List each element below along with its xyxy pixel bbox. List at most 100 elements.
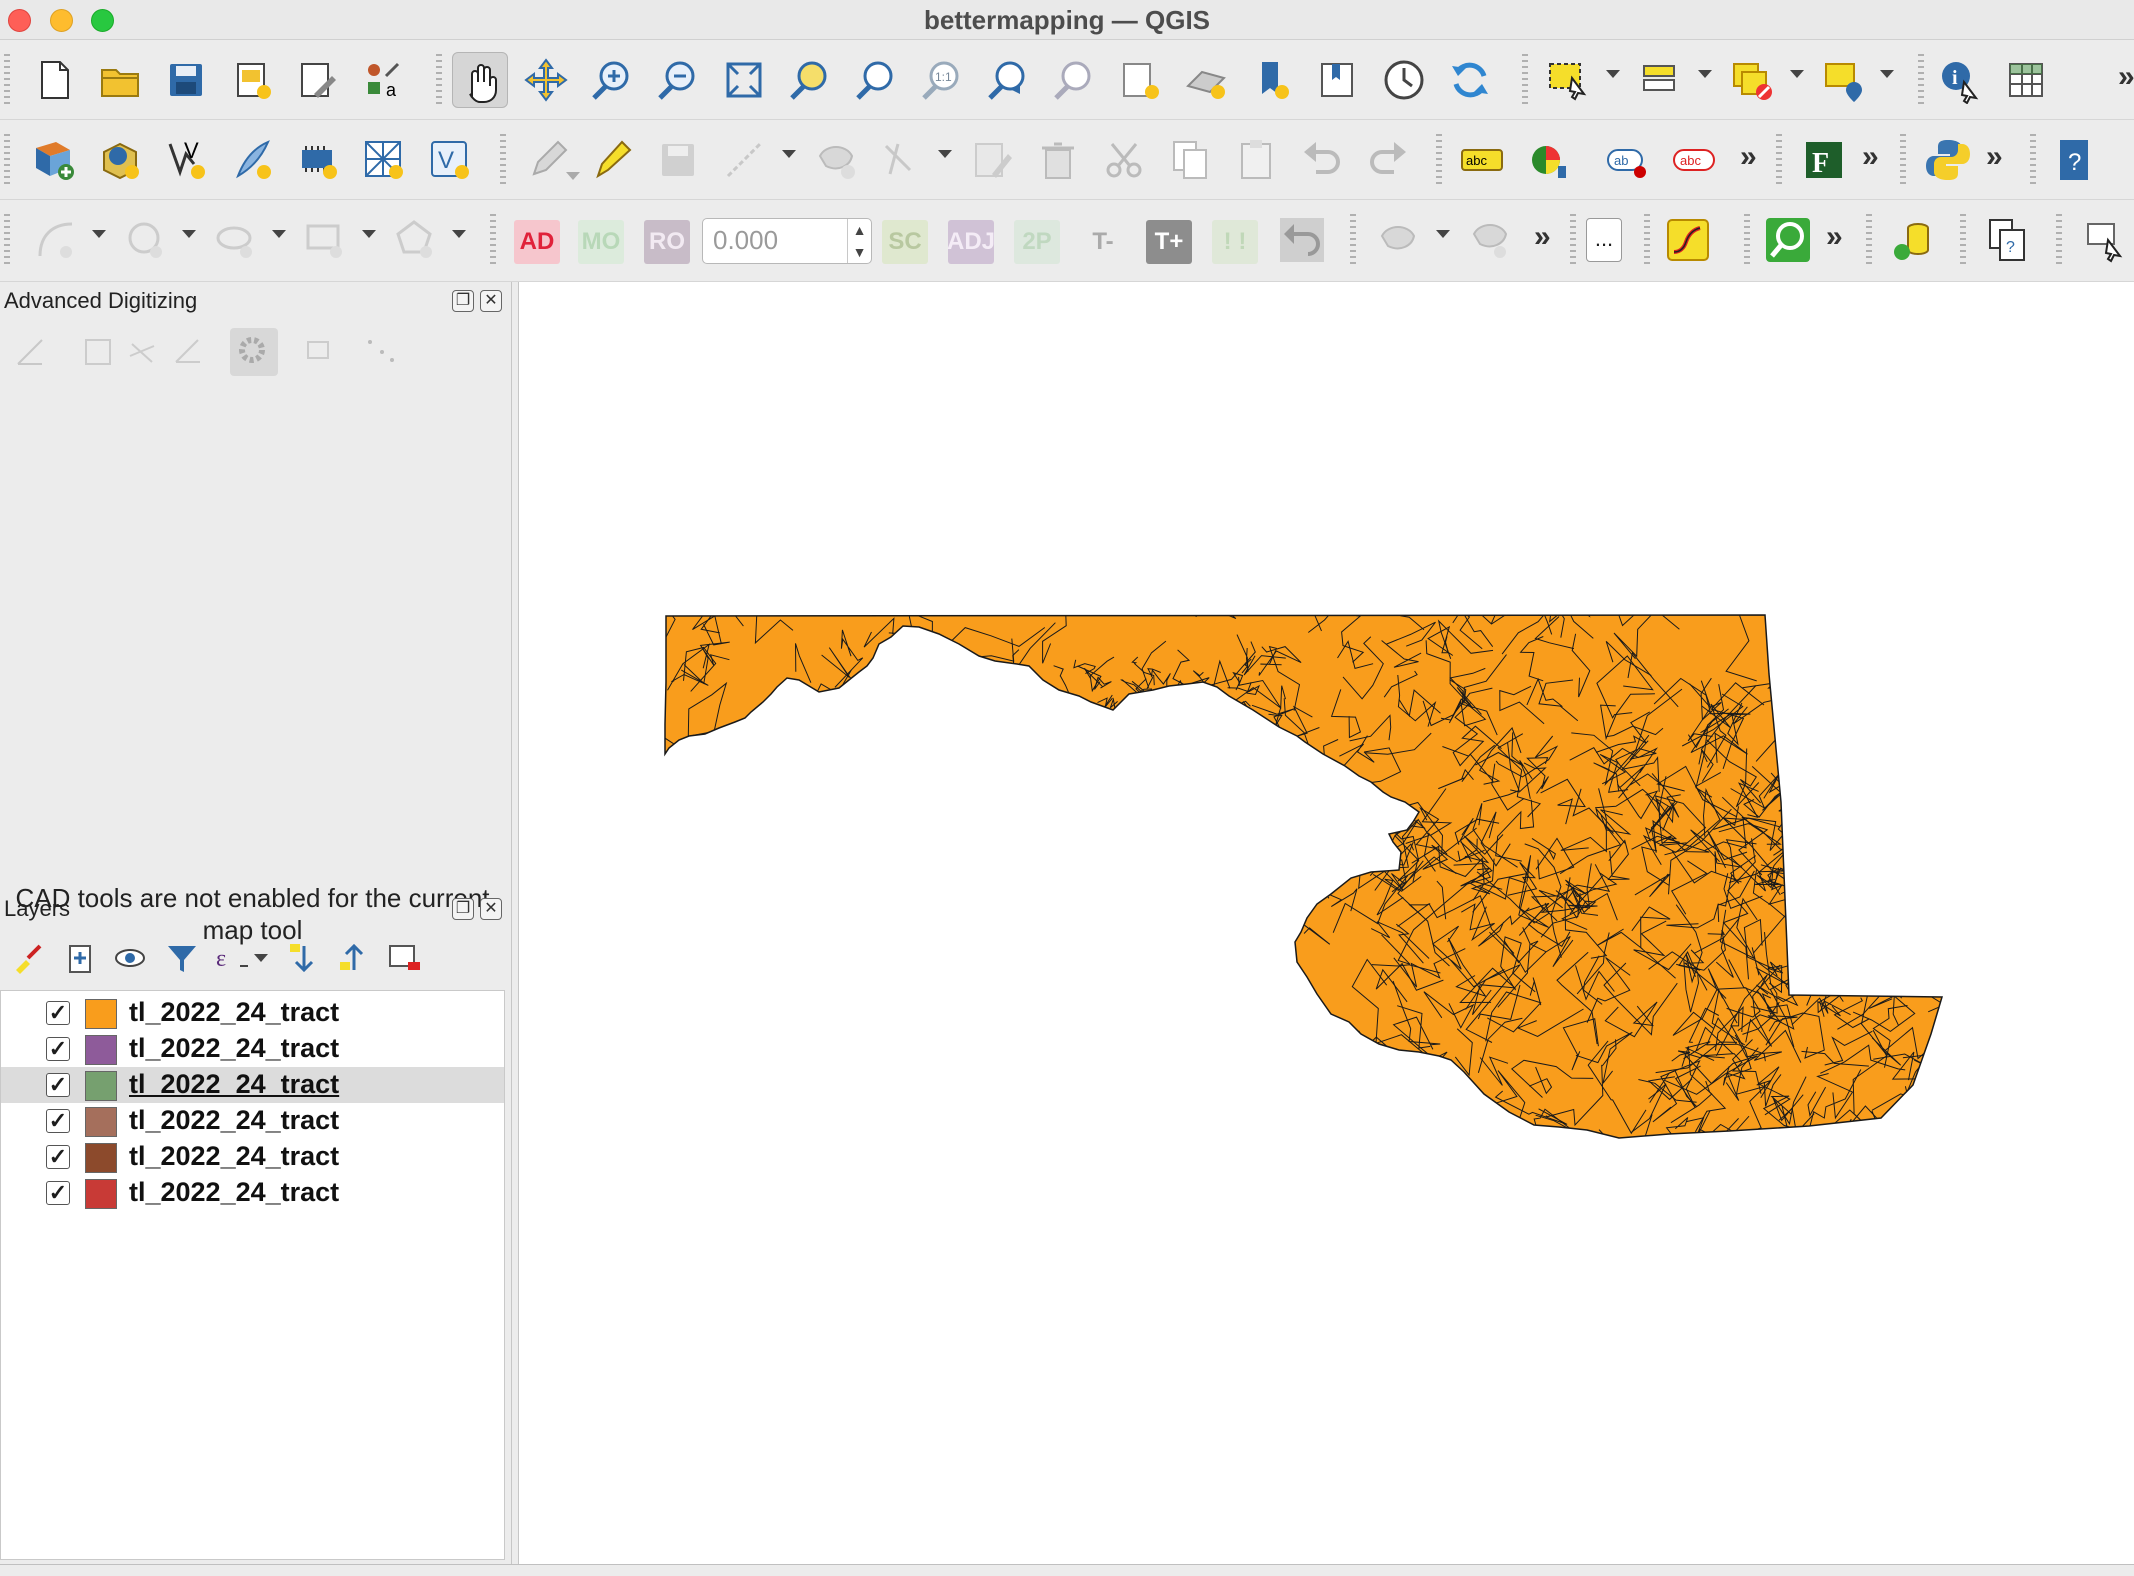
perpendicular-icon[interactable] bbox=[126, 336, 158, 368]
circular-string-dropdown-icon[interactable] bbox=[92, 230, 106, 238]
filter-legend-icon[interactable] bbox=[164, 940, 200, 976]
undo-snapping-icon[interactable] bbox=[1274, 212, 1330, 268]
expand-all-icon[interactable] bbox=[286, 940, 322, 976]
rectangle-dropdown-icon[interactable] bbox=[362, 230, 376, 238]
open-attribute-table-icon[interactable] bbox=[1998, 52, 2054, 108]
float-panel-icon[interactable]: ❐ bbox=[452, 290, 474, 312]
vertex-tool-dropdown-icon[interactable] bbox=[938, 150, 952, 158]
map-canvas[interactable] bbox=[518, 282, 2134, 1564]
toolbar-grip[interactable] bbox=[1644, 214, 1650, 266]
layer-visibility-checkbox[interactable]: ✓ bbox=[46, 1001, 70, 1025]
construction-guides-icon[interactable] bbox=[364, 336, 400, 368]
field-calculator-icon[interactable]: F bbox=[1796, 132, 1852, 188]
split-features-icon[interactable] bbox=[1462, 212, 1518, 268]
toolbar-grip[interactable] bbox=[4, 54, 10, 106]
layer-visibility-checkbox[interactable]: ✓ bbox=[46, 1145, 70, 1169]
layer-row[interactable]: ✓ tl_2022_24_tract bbox=[1, 995, 504, 1031]
filter-expression-dropdown-icon[interactable] bbox=[254, 954, 268, 962]
zoom-to-layer-icon[interactable] bbox=[848, 52, 904, 108]
database-icon[interactable] bbox=[1884, 212, 1940, 268]
deselect-features-icon[interactable] bbox=[1724, 52, 1780, 108]
add-regular-polygon-icon[interactable] bbox=[388, 212, 444, 268]
toolbar-grip[interactable] bbox=[1744, 214, 1750, 266]
save-layer-edits-icon[interactable] bbox=[650, 132, 706, 188]
toolbar-grip[interactable] bbox=[1350, 214, 1356, 266]
layer-row[interactable]: ✓ tl_2022_24_tract bbox=[1, 1139, 504, 1175]
labels-toolbar-overflow-icon[interactable]: » bbox=[1740, 140, 1757, 174]
vertex-tool-icon[interactable] bbox=[874, 132, 930, 188]
copy-features-icon[interactable] bbox=[1162, 132, 1218, 188]
close-panel-icon[interactable]: ✕ bbox=[480, 898, 502, 920]
save-project-icon[interactable] bbox=[158, 52, 214, 108]
layer-visibility-checkbox[interactable]: ✓ bbox=[46, 1109, 70, 1133]
digitize-line-icon[interactable] bbox=[716, 132, 772, 188]
zoom-next-icon[interactable] bbox=[1046, 52, 1102, 108]
snapping-ad-toggle[interactable]: AD bbox=[514, 220, 560, 264]
locator-search-icon[interactable] bbox=[1760, 212, 1816, 268]
highlight-pinned-labels-icon[interactable]: ab bbox=[1600, 132, 1656, 188]
toolbar-grip[interactable] bbox=[1866, 214, 1872, 266]
manage-map-themes-icon[interactable] bbox=[112, 940, 152, 976]
snapping-2p-toggle[interactable]: 2P bbox=[1014, 220, 1060, 264]
select-by-value-dropdown-icon[interactable] bbox=[1698, 70, 1712, 78]
add-group-icon[interactable] bbox=[62, 940, 98, 976]
add-rectangle-icon[interactable] bbox=[298, 212, 354, 268]
layer-row-selected[interactable]: ✓ tl_2022_24_tract bbox=[1, 1067, 504, 1103]
snapping-adj-toggle[interactable]: ADJ bbox=[947, 220, 995, 264]
cut-features-icon[interactable] bbox=[1096, 132, 1152, 188]
parallel-icon[interactable] bbox=[82, 336, 114, 368]
toolbar-grip[interactable] bbox=[1918, 54, 1924, 106]
add-circle-icon[interactable] bbox=[118, 212, 174, 268]
layer-diagram-options-icon[interactable] bbox=[1520, 132, 1576, 188]
toolbar-grip[interactable] bbox=[4, 214, 10, 266]
temporal-controller-icon[interactable] bbox=[1376, 52, 1432, 108]
toggle-display-of-unplaced-labels-icon[interactable]: abc bbox=[1666, 132, 1722, 188]
layer-visibility-checkbox[interactable]: ✓ bbox=[46, 1037, 70, 1061]
maryland-tracts-map[interactable] bbox=[519, 282, 2134, 1564]
digitize-dropdown-icon[interactable] bbox=[782, 150, 796, 158]
regular-polygon-dropdown-icon[interactable] bbox=[452, 230, 466, 238]
ellipse-dropdown-icon[interactable] bbox=[272, 230, 286, 238]
toolbar-grip[interactable] bbox=[436, 54, 442, 106]
toolbar-grip[interactable] bbox=[1776, 134, 1782, 186]
select-features-dropdown-icon[interactable] bbox=[1606, 70, 1620, 78]
toggle-editing-icon[interactable] bbox=[584, 132, 640, 188]
text-minus-toggle[interactable]: T- bbox=[1080, 220, 1126, 264]
shape-digitizing-dropdown-icon[interactable] bbox=[1436, 230, 1450, 238]
snapping-sc-toggle[interactable]: SC bbox=[882, 220, 928, 264]
help-icon[interactable]: ? bbox=[2046, 132, 2102, 188]
pan-to-selection-icon[interactable] bbox=[518, 52, 574, 108]
new-temporary-layer-icon[interactable] bbox=[290, 132, 346, 188]
shape-digitizing-icon[interactable] bbox=[1370, 212, 1426, 268]
select-by-value-icon[interactable] bbox=[1632, 52, 1688, 108]
current-edits-dropdown-icon[interactable] bbox=[566, 172, 580, 180]
new-shapefile-layer-icon[interactable]: V bbox=[158, 132, 214, 188]
digitizing-toolbar-overflow-icon[interactable]: » bbox=[1534, 220, 1551, 254]
tolerance-spinbox[interactable]: 0.000 ▲ ▼ bbox=[702, 218, 872, 264]
data-source-manager-icon[interactable] bbox=[26, 132, 82, 188]
annotation-icon[interactable] bbox=[2076, 212, 2132, 268]
filter-by-expression-icon[interactable]: ε bbox=[212, 940, 252, 976]
new-3d-map-view-icon[interactable] bbox=[1178, 52, 1234, 108]
zoom-last-icon[interactable] bbox=[980, 52, 1036, 108]
toolbar-grip[interactable] bbox=[500, 134, 506, 186]
gps-track-icon[interactable] bbox=[1660, 212, 1716, 268]
toolbar-grip[interactable] bbox=[490, 214, 496, 266]
collapse-all-icon[interactable] bbox=[336, 940, 372, 976]
layer-row[interactable]: ✓ tl_2022_24_tract bbox=[1, 1031, 504, 1067]
style-manager-icon[interactable]: a bbox=[356, 52, 412, 108]
layer-row[interactable]: ✓ tl_2022_24_tract bbox=[1, 1103, 504, 1139]
zoom-to-selection-icon[interactable] bbox=[782, 52, 838, 108]
toolbar-grip[interactable] bbox=[4, 134, 10, 186]
remove-layer-icon[interactable] bbox=[386, 940, 422, 976]
snapping-ro-toggle[interactable]: RO bbox=[644, 220, 690, 264]
layer-visibility-checkbox[interactable]: ✓ bbox=[46, 1181, 70, 1205]
cad-settings-gear-icon[interactable] bbox=[230, 328, 278, 376]
circle-dropdown-icon[interactable] bbox=[182, 230, 196, 238]
floater-icon[interactable] bbox=[304, 336, 336, 368]
zoom-native-resolution-icon[interactable]: 1:1 bbox=[914, 52, 970, 108]
text-plus-toggle[interactable]: T+ bbox=[1146, 220, 1192, 264]
select-by-location-icon[interactable] bbox=[1816, 52, 1872, 108]
new-spatialite-layer-icon[interactable] bbox=[224, 132, 280, 188]
paste-features-icon[interactable] bbox=[1228, 132, 1284, 188]
